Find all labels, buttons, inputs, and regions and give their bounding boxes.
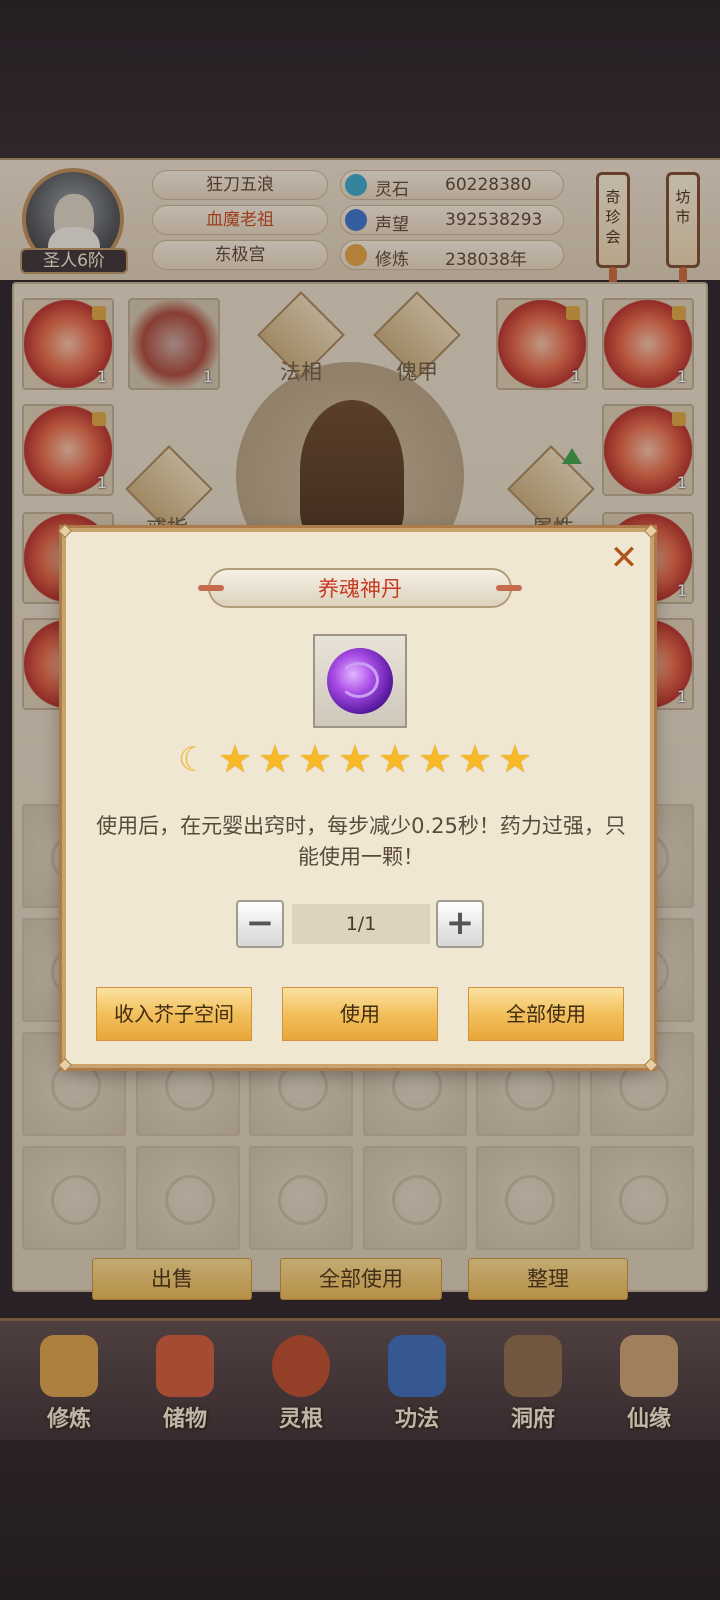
star-icon: ★: [218, 737, 253, 781]
use-all-button[interactable]: 全部使用: [468, 987, 624, 1041]
use-button[interactable]: 使用: [282, 987, 438, 1041]
star-icon: ★: [498, 737, 533, 781]
dialog-title: 养魂神丹: [318, 577, 402, 601]
orb-swirl: [339, 662, 379, 698]
star-icon: ★: [458, 737, 493, 781]
item-grade-stars: ☾ ★ ★ ★ ★ ★ ★ ★ ★: [178, 740, 548, 780]
moon-icon: ☾: [178, 740, 209, 780]
close-icon[interactable]: ✕: [606, 541, 642, 578]
quantity-minus-button[interactable]: −: [236, 900, 284, 948]
item-description: 使用后，在元婴出窍时，每步减少0.25秒！药力过强，只能使用一颗！: [96, 814, 626, 869]
star-icon: ★: [298, 737, 333, 781]
star-icon: ★: [418, 737, 453, 781]
quantity-display[interactable]: 1/1: [292, 904, 430, 944]
store-to-space-button[interactable]: 收入芥子空间: [96, 987, 252, 1041]
star-icon: ★: [378, 737, 413, 781]
star-icon: ★: [258, 737, 293, 781]
quantity-plus-button[interactable]: +: [436, 900, 484, 948]
star-icon: ★: [338, 737, 373, 781]
item-icon-frame: [313, 634, 407, 728]
